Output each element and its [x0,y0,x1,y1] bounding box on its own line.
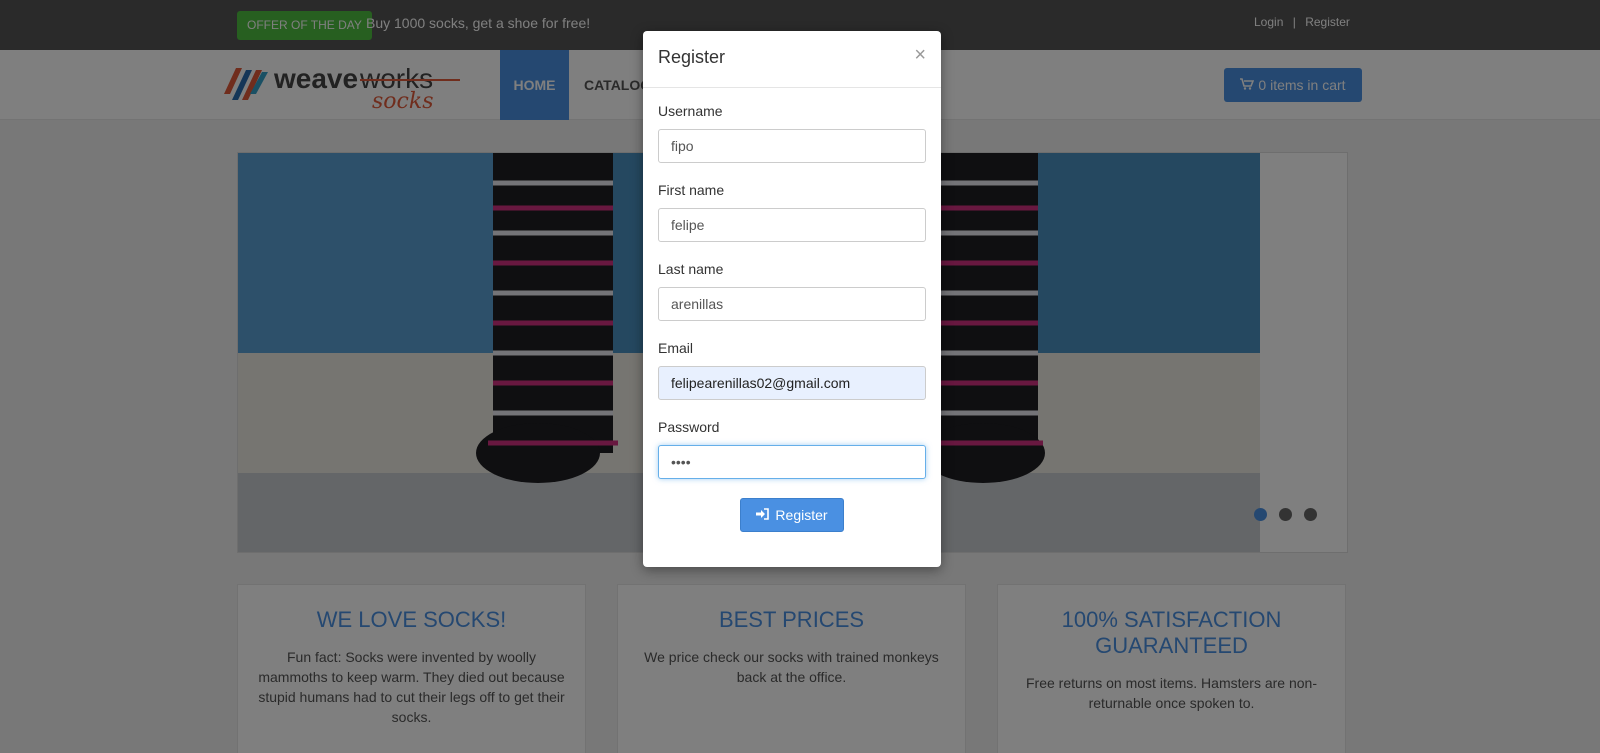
password-group: Password [658,419,926,479]
close-icon[interactable]: × [914,45,926,65]
register-modal: Register × Username First name Last name… [643,31,941,567]
username-field[interactable] [658,129,926,163]
last-name-group: Last name [658,261,926,321]
first-name-field[interactable] [658,208,926,242]
modal-header: Register × [643,31,941,88]
email-label: Email [658,340,694,356]
email-field[interactable] [658,366,926,400]
username-group: Username [658,103,926,163]
last-name-label: Last name [658,261,724,277]
modal-title: Register [658,47,726,67]
first-name-label: First name [658,182,725,198]
sign-in-icon [756,500,770,532]
password-label: Password [658,419,720,435]
register-button-label: Register [775,507,828,523]
register-button[interactable]: Register [740,498,844,532]
last-name-field[interactable] [658,287,926,321]
first-name-group: First name [658,182,926,242]
password-field[interactable] [658,445,926,479]
email-group: Email [658,340,926,400]
username-label: Username [658,103,723,119]
